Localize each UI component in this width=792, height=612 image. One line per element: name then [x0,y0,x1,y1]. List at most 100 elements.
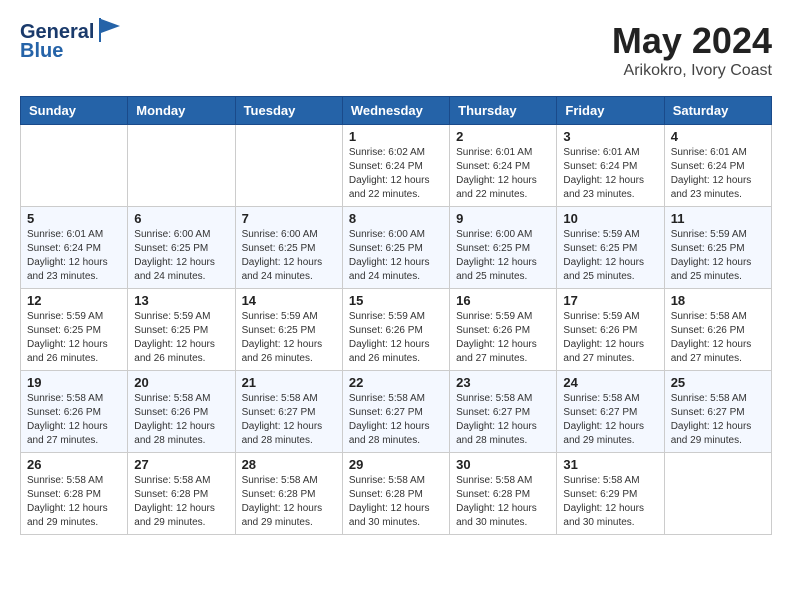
calendar-cell: 29 Sunrise: 5:58 AMSunset: 6:28 PMDayligh… [342,453,449,535]
day-info: Sunrise: 5:59 AMSunset: 6:25 PMDaylight:… [563,228,657,284]
day-info: Sunrise: 6:00 AMSunset: 6:25 PMDaylight:… [134,228,228,284]
day-info: Sunrise: 5:59 AMSunset: 6:26 PMDaylight:… [349,310,443,366]
calendar-cell: 20 Sunrise: 5:58 AMSunset: 6:26 PMDayligh… [128,371,235,453]
calendar-cell: 23 Sunrise: 5:58 AMSunset: 6:27 PMDayligh… [450,371,557,453]
day-number: 6 [134,211,228,226]
day-number: 13 [134,293,228,308]
day-number: 31 [563,457,657,472]
day-number: 21 [242,375,336,390]
day-info: Sunrise: 6:00 AMSunset: 6:25 PMDaylight:… [456,228,550,284]
day-info: Sunrise: 5:59 AMSunset: 6:25 PMDaylight:… [242,310,336,366]
day-number: 2 [456,129,550,144]
week-row-3: 12 Sunrise: 5:59 AMSunset: 6:25 PMDayligh… [21,289,772,371]
calendar-cell: 25 Sunrise: 5:58 AMSunset: 6:27 PMDayligh… [664,371,771,453]
day-number: 9 [456,211,550,226]
day-number: 19 [27,375,121,390]
weekday-header-friday: Friday [557,97,664,125]
day-number: 29 [349,457,443,472]
calendar-cell [21,125,128,207]
weekday-header-saturday: Saturday [664,97,771,125]
day-info: Sunrise: 6:02 AMSunset: 6:24 PMDaylight:… [349,146,443,202]
day-number: 28 [242,457,336,472]
day-info: Sunrise: 5:58 AMSunset: 6:27 PMDaylight:… [242,392,336,448]
week-row-4: 19 Sunrise: 5:58 AMSunset: 6:26 PMDayligh… [21,371,772,453]
week-row-1: 1Sunrise: 6:02 AMSunset: 6:24 PMDaylight… [21,125,772,207]
day-number: 16 [456,293,550,308]
day-number: 11 [671,211,765,226]
week-row-5: 26 Sunrise: 5:58 AMSunset: 6:28 PMDayligh… [21,453,772,535]
calendar-cell: 9 Sunrise: 6:00 AMSunset: 6:25 PMDaylight… [450,207,557,289]
day-number: 4 [671,129,765,144]
calendar-cell: 13 Sunrise: 5:59 AMSunset: 6:25 PMDayligh… [128,289,235,371]
title-block: May 2024 Arikokro, Ivory Coast [612,20,772,80]
calendar-cell: 30 Sunrise: 5:58 AMSunset: 6:28 PMDayligh… [450,453,557,535]
calendar-cell: 1Sunrise: 6:02 AMSunset: 6:24 PMDaylight… [342,125,449,207]
calendar-cell: 17 Sunrise: 5:59 AMSunset: 6:26 PMDayligh… [557,289,664,371]
day-info: Sunrise: 5:58 AMSunset: 6:27 PMDaylight:… [349,392,443,448]
logo: General Blue [20,20,126,63]
day-number: 10 [563,211,657,226]
day-info: Sunrise: 5:58 AMSunset: 6:29 PMDaylight:… [563,474,657,530]
calendar-table: SundayMondayTuesdayWednesdayThursdayFrid… [20,96,772,535]
day-info: Sunrise: 5:59 AMSunset: 6:26 PMDaylight:… [563,310,657,366]
day-number: 18 [671,293,765,308]
day-number: 30 [456,457,550,472]
calendar-cell: 16Sunrise: 5:59 AMSunset: 6:26 PMDayligh… [450,289,557,371]
month-title: May 2024 [612,20,772,62]
weekday-header-monday: Monday [128,97,235,125]
calendar-cell: 21 Sunrise: 5:58 AMSunset: 6:27 PMDayligh… [235,371,342,453]
calendar-cell: 28 Sunrise: 5:58 AMSunset: 6:28 PMDayligh… [235,453,342,535]
day-info: Sunrise: 5:58 AMSunset: 6:27 PMDaylight:… [563,392,657,448]
calendar-cell: 14 Sunrise: 5:59 AMSunset: 6:25 PMDayligh… [235,289,342,371]
calendar-cell: 7Sunrise: 6:00 AMSunset: 6:25 PMDaylight… [235,207,342,289]
day-info: Sunrise: 6:01 AMSunset: 6:24 PMDaylight:… [563,146,657,202]
day-number: 23 [456,375,550,390]
calendar-cell: 27Sunrise: 5:58 AMSunset: 6:28 PMDayligh… [128,453,235,535]
day-number: 26 [27,457,121,472]
logo-flag-icon [96,16,126,44]
day-info: Sunrise: 5:58 AMSunset: 6:28 PMDaylight:… [456,474,550,530]
day-info: Sunrise: 5:58 AMSunset: 6:27 PMDaylight:… [456,392,550,448]
calendar-cell: 31 Sunrise: 5:58 AMSunset: 6:29 PMDayligh… [557,453,664,535]
calendar-cell [235,125,342,207]
day-number: 24 [563,375,657,390]
calendar-cell: 22 Sunrise: 5:58 AMSunset: 6:27 PMDayligh… [342,371,449,453]
day-info: Sunrise: 5:59 AMSunset: 6:25 PMDaylight:… [671,228,765,284]
weekday-header-thursday: Thursday [450,97,557,125]
page-header: General Blue May 2024 Arikokro, Ivory Co… [20,20,772,80]
calendar-cell: 11 Sunrise: 5:59 AMSunset: 6:25 PMDayligh… [664,207,771,289]
calendar-cell: 5Sunrise: 6:01 AMSunset: 6:24 PMDaylight… [21,207,128,289]
day-info: Sunrise: 5:58 AMSunset: 6:28 PMDaylight:… [27,474,121,530]
day-number: 3 [563,129,657,144]
day-number: 25 [671,375,765,390]
calendar-cell: 19 Sunrise: 5:58 AMSunset: 6:26 PMDayligh… [21,371,128,453]
location: Arikokro, Ivory Coast [612,62,772,80]
day-number: 17 [563,293,657,308]
day-info: Sunrise: 5:59 AMSunset: 6:25 PMDaylight:… [134,310,228,366]
day-number: 14 [242,293,336,308]
day-number: 12 [27,293,121,308]
day-number: 5 [27,211,121,226]
day-number: 22 [349,375,443,390]
calendar-cell: 3 Sunrise: 6:01 AMSunset: 6:24 PMDaylight… [557,125,664,207]
day-number: 20 [134,375,228,390]
day-info: Sunrise: 5:58 AMSunset: 6:26 PMDaylight:… [134,392,228,448]
day-info: Sunrise: 5:58 AMSunset: 6:27 PMDaylight:… [671,392,765,448]
day-info: Sunrise: 5:58 AMSunset: 6:28 PMDaylight:… [242,474,336,530]
day-info: Sunrise: 5:58 AMSunset: 6:26 PMDaylight:… [27,392,121,448]
day-info: Sunrise: 6:01 AMSunset: 6:24 PMDaylight:… [671,146,765,202]
calendar-cell: 10 Sunrise: 5:59 AMSunset: 6:25 PMDayligh… [557,207,664,289]
day-number: 7 [242,211,336,226]
calendar-cell: 15 Sunrise: 5:59 AMSunset: 6:26 PMDayligh… [342,289,449,371]
calendar-cell: 2Sunrise: 6:01 AMSunset: 6:24 PMDaylight… [450,125,557,207]
weekday-header-wednesday: Wednesday [342,97,449,125]
calendar-cell: 4 Sunrise: 6:01 AMSunset: 6:24 PMDaylight… [664,125,771,207]
day-number: 8 [349,211,443,226]
calendar-cell [664,453,771,535]
day-info: Sunrise: 5:58 AMSunset: 6:28 PMDaylight:… [349,474,443,530]
calendar-header-row: SundayMondayTuesdayWednesdayThursdayFrid… [21,97,772,125]
weekday-header-tuesday: Tuesday [235,97,342,125]
calendar-cell [128,125,235,207]
day-number: 15 [349,293,443,308]
calendar-cell: 26 Sunrise: 5:58 AMSunset: 6:28 PMDayligh… [21,453,128,535]
